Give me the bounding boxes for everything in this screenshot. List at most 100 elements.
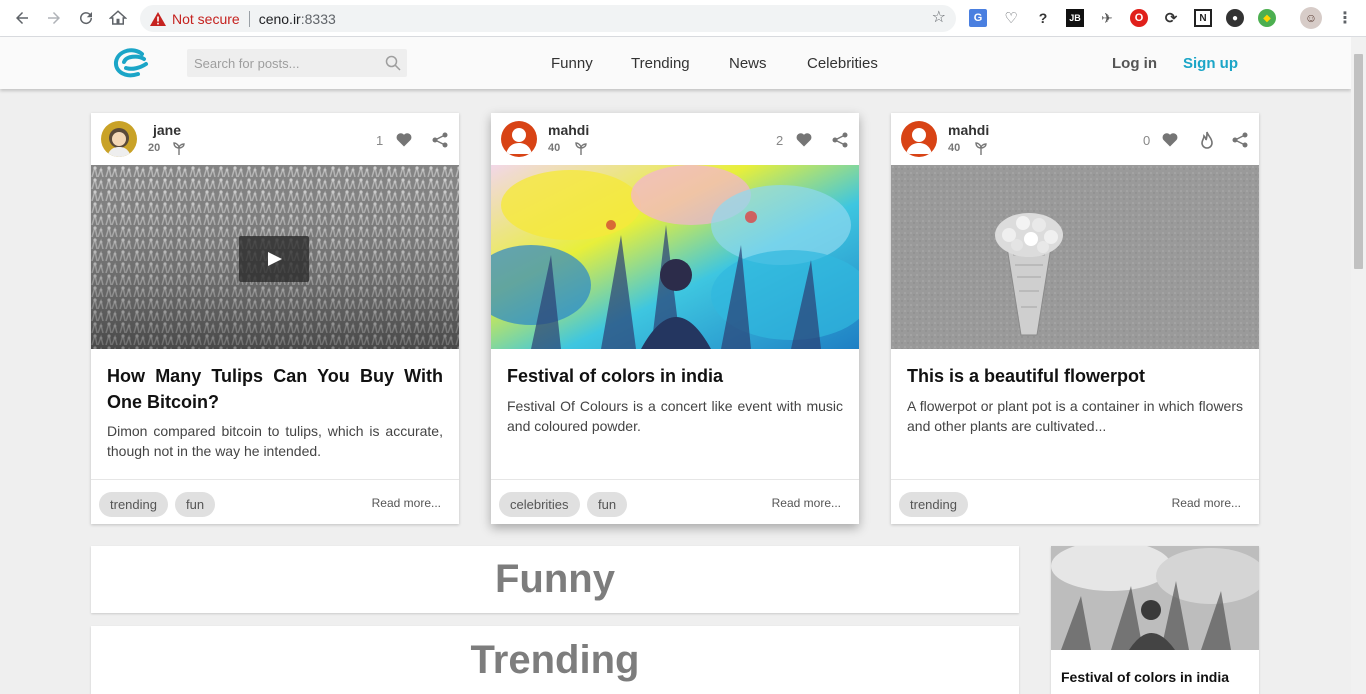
login-link[interactable]: Log in bbox=[1112, 55, 1157, 72]
tag-chip[interactable]: trending bbox=[899, 492, 968, 517]
flowerpot-image bbox=[891, 165, 1259, 349]
reload-button[interactable] bbox=[70, 2, 102, 34]
user-points: 20 bbox=[148, 142, 161, 154]
tag-chip[interactable]: fun bbox=[175, 492, 216, 517]
user-avatar-icon bbox=[107, 128, 131, 157]
security-indicator[interactable]: Not secure bbox=[150, 11, 240, 27]
sprout-icon bbox=[575, 142, 587, 155]
post-footer: celebrities fun Read more... bbox=[491, 479, 859, 524]
warning-icon bbox=[150, 11, 166, 26]
tag-chip[interactable]: fun bbox=[587, 492, 628, 517]
menu-item-funny[interactable]: Funny bbox=[551, 55, 593, 72]
site-logo-icon[interactable] bbox=[112, 48, 150, 78]
url-host: ceno.ir bbox=[258, 10, 301, 27]
menu-item-news[interactable]: News bbox=[729, 55, 767, 72]
read-more-link[interactable]: Read more... bbox=[372, 496, 441, 510]
like-count: 0 bbox=[1143, 133, 1151, 148]
url-port: :8333 bbox=[300, 10, 336, 27]
search-input[interactable] bbox=[187, 49, 377, 77]
post-description: Festival Of Colours is a concert like ev… bbox=[507, 398, 843, 434]
notion-extension-icon[interactable]: N bbox=[1194, 9, 1212, 27]
fire-icon[interactable] bbox=[1200, 131, 1214, 149]
signup-link[interactable]: Sign up bbox=[1183, 55, 1238, 72]
reload-icon bbox=[80, 12, 93, 25]
avatar[interactable] bbox=[901, 121, 937, 157]
arrow-left-icon bbox=[16, 12, 28, 24]
share-icon[interactable] bbox=[1232, 132, 1248, 148]
chrome-menu-icon[interactable]: ⋮ bbox=[1336, 9, 1354, 27]
user-points: 40 bbox=[548, 142, 561, 154]
post-description: A flowerpot or plant pot is a container … bbox=[907, 398, 1243, 434]
play-button[interactable] bbox=[239, 236, 309, 282]
post-description: Dimon compared bitcoin to tulips, which … bbox=[107, 423, 443, 459]
section-heading-funny[interactable]: Funny bbox=[91, 546, 1019, 613]
home-button[interactable] bbox=[102, 2, 134, 34]
post-card: mahdi 40 2 Festival of colors in india F… bbox=[491, 113, 859, 524]
post-title[interactable]: How Many Tulips Can You Buy With One Bit… bbox=[107, 363, 443, 415]
home-icon bbox=[109, 10, 127, 25]
tag-chip[interactable]: celebrities bbox=[499, 492, 580, 517]
heart-icon[interactable] bbox=[796, 132, 812, 147]
bookmark-star-icon[interactable]: ☆ bbox=[932, 10, 946, 26]
sync-extension-icon[interactable]: ⟳ bbox=[1162, 9, 1180, 27]
featured-post-card[interactable]: Festival of colors in india bbox=[1051, 546, 1259, 694]
post-image[interactable] bbox=[891, 165, 1259, 349]
holi-festival-image bbox=[491, 165, 859, 349]
menu-item-celebrities[interactable]: Celebrities bbox=[807, 55, 878, 72]
section-title: Trending bbox=[470, 638, 640, 682]
menu-item-trending[interactable]: Trending bbox=[631, 55, 690, 72]
post-image[interactable] bbox=[491, 165, 859, 349]
post-title[interactable]: This is a beautiful flowerpot bbox=[907, 363, 1243, 389]
translate-extension-icon[interactable]: G bbox=[969, 9, 987, 27]
jb-extension-icon[interactable]: JB bbox=[1066, 9, 1084, 27]
rocket-extension-icon[interactable]: ✈ bbox=[1098, 9, 1116, 27]
profile-avatar-icon[interactable]: ☺ bbox=[1300, 7, 1322, 29]
omnibox-divider bbox=[248, 10, 250, 27]
pocket-extension-icon[interactable]: ♡ bbox=[1002, 9, 1020, 27]
post-username[interactable]: mahdi bbox=[548, 122, 589, 138]
heart-icon[interactable] bbox=[1162, 132, 1178, 147]
post-card: mahdi 40 0 This is a beautiful flowerpot… bbox=[891, 113, 1259, 524]
avatar[interactable] bbox=[501, 121, 537, 157]
url-text: ceno.ir:8333 bbox=[259, 11, 336, 27]
read-more-link[interactable]: Read more... bbox=[772, 496, 841, 510]
search-box bbox=[187, 49, 407, 77]
browser-toolbar: Not secure ceno.ir:8333 ☆ G ♡ ? JB ✈ O ⟳… bbox=[0, 0, 1366, 37]
github-extension-icon[interactable]: ● bbox=[1226, 9, 1244, 27]
user-avatar-icon bbox=[506, 128, 532, 154]
user-points: 40 bbox=[948, 142, 961, 154]
read-more-link[interactable]: Read more... bbox=[1172, 496, 1241, 510]
address-bar[interactable]: Not secure ceno.ir:8333 ☆ bbox=[140, 5, 956, 32]
help-extension-icon[interactable]: ? bbox=[1034, 9, 1052, 27]
post-card: jane 20 1 How Many Tulips Can You Buy Wi… bbox=[91, 113, 459, 524]
user-avatar-icon bbox=[906, 128, 932, 154]
scrollbar-thumb[interactable] bbox=[1354, 54, 1363, 269]
section-title: Funny bbox=[495, 557, 615, 601]
globe-extension-icon[interactable]: ◆ bbox=[1258, 9, 1276, 27]
search-icon[interactable] bbox=[385, 55, 401, 71]
forward-button[interactable] bbox=[38, 2, 70, 34]
back-button[interactable] bbox=[6, 2, 38, 34]
featured-post-title[interactable]: Festival of colors in india bbox=[1061, 669, 1229, 685]
site-header: Funny Trending News Celebrities Log in S… bbox=[0, 37, 1351, 89]
avatar[interactable] bbox=[101, 121, 137, 157]
post-footer: trending Read more... bbox=[891, 479, 1259, 524]
post-video[interactable] bbox=[91, 165, 459, 349]
post-username[interactable]: jane bbox=[153, 122, 181, 138]
page-scrollbar[interactable] bbox=[1351, 37, 1366, 694]
featured-post-image bbox=[1051, 546, 1259, 650]
share-icon[interactable] bbox=[832, 132, 848, 148]
post-title[interactable]: Festival of colors in india bbox=[507, 363, 843, 389]
sprout-icon bbox=[173, 142, 185, 155]
share-icon[interactable] bbox=[432, 132, 448, 148]
heart-icon[interactable] bbox=[396, 132, 412, 147]
tag-chip[interactable]: trending bbox=[99, 492, 168, 517]
like-count: 2 bbox=[776, 133, 784, 148]
arrow-right-icon bbox=[48, 12, 60, 24]
opera-extension-icon[interactable]: O bbox=[1130, 9, 1148, 27]
post-username[interactable]: mahdi bbox=[948, 122, 989, 138]
sprout-icon bbox=[975, 142, 987, 155]
post-footer: trending fun Read more... bbox=[91, 479, 459, 524]
section-heading-trending[interactable]: Trending bbox=[91, 626, 1019, 694]
security-label: Not secure bbox=[172, 10, 240, 27]
